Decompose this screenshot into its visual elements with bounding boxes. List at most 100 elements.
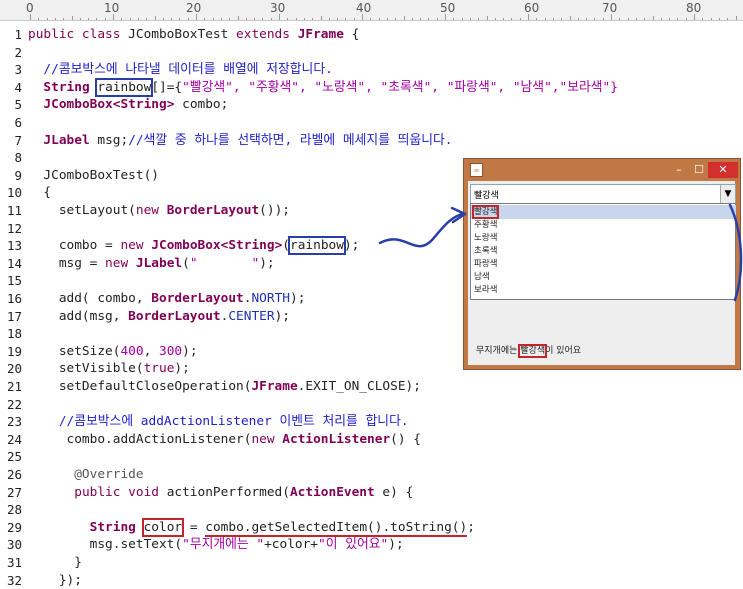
ruler-tick xyxy=(453,18,455,20)
line-number: 21 xyxy=(6,379,22,394)
ruler-tick xyxy=(735,16,737,20)
ruler-tick xyxy=(395,18,397,20)
ruler-tick xyxy=(494,18,496,20)
code-text: []={ xyxy=(151,79,183,95)
code-text: combo.addActionListener( xyxy=(28,431,252,447)
dropdown-item[interactable]: 보라색 xyxy=(474,283,497,297)
dropdown-item[interactable]: 빨강색 xyxy=(471,205,736,219)
close-button[interactable]: ✕ xyxy=(708,162,738,178)
keyword: new xyxy=(105,255,129,271)
ruler-tick xyxy=(386,18,388,20)
ruler-tick xyxy=(635,18,637,20)
line-number: 9 xyxy=(14,167,22,183)
window-titlebar[interactable]: ☕ – ☐ ✕ xyxy=(464,159,740,181)
line-number: 5 xyxy=(14,97,22,113)
comment: //색깔 중 하나를 선택하면, 라벨에 메세지를 띄웁니다. xyxy=(128,132,453,148)
code-text: combo; xyxy=(174,97,229,113)
code-line-23-comment: //콤보박스에 addActionListener 이벤트 처리를 합니다. xyxy=(28,414,409,430)
chevron-down-icon[interactable]: ▼ xyxy=(720,185,735,203)
ruler-label: 70 xyxy=(602,1,618,15)
ruler-tick xyxy=(320,16,322,20)
dropdown-item[interactable]: 파랑색 xyxy=(474,257,497,271)
code-text: = xyxy=(182,519,206,535)
dropdown-item[interactable]: 남색 xyxy=(474,270,490,284)
string-literal: " " xyxy=(189,255,260,271)
line-number: 17 xyxy=(6,308,22,324)
code-text: ); xyxy=(174,361,190,377)
line-number: 14 xyxy=(6,255,22,271)
ruler-tick xyxy=(96,18,98,20)
minimize-button[interactable]: – xyxy=(668,162,690,178)
number-literal: 300 xyxy=(159,343,183,359)
ruler-tick xyxy=(544,18,546,20)
ruler-label: 80 xyxy=(686,1,702,15)
ruler-tick xyxy=(212,18,214,20)
ruler-tick xyxy=(196,14,197,20)
ruler-tick xyxy=(179,18,181,20)
line-number: 20 xyxy=(6,361,22,377)
ruler-tick xyxy=(137,18,139,20)
ruler-tick xyxy=(154,16,156,20)
ruler-tick xyxy=(511,18,513,20)
line-number: 24 xyxy=(6,431,22,447)
message-label: 무지개에는 빨강색이 있어요 xyxy=(476,343,581,358)
line-number: 13 xyxy=(6,238,22,254)
ruler-tick xyxy=(519,18,521,20)
combo-dropdown-list[interactable]: 빨강색 주황색 노랑색 초록색 파랑색 남색 보라색 xyxy=(470,203,736,300)
code-text: ); xyxy=(182,343,198,359)
line-number: 4 xyxy=(14,79,22,95)
ruler-label: 30 xyxy=(270,1,286,15)
ruler-tick xyxy=(411,18,413,20)
ruler-tick xyxy=(295,18,297,20)
line-number: 12 xyxy=(6,220,22,236)
java-icon: ☕ xyxy=(470,163,483,177)
type-name: String xyxy=(43,79,90,95)
code-text: add(msg, xyxy=(28,308,129,324)
number-literal: 400 xyxy=(120,343,144,359)
ruler-tick xyxy=(54,18,56,20)
code-line-26-annotation: @Override xyxy=(28,467,144,482)
ruler-tick xyxy=(279,14,280,20)
code-line-7: JLabel msg;//색깔 중 하나를 선택하면, 라벨에 메세지를 띄웁니… xyxy=(28,132,452,150)
line-number: 30 xyxy=(6,537,22,553)
code-line-11: setLayout(new BorderLayout()); xyxy=(28,202,290,220)
keyword: extends xyxy=(236,27,290,42)
color-combobox[interactable]: 빨강색 ▼ xyxy=(470,184,736,204)
ruler-tick xyxy=(378,18,380,20)
maximize-button[interactable]: ☐ xyxy=(688,162,710,178)
ruler-tick xyxy=(30,14,31,20)
keyword: public void xyxy=(74,484,159,500)
code-line-3-comment: //콤보박스에 나타낼 데이터를 배열에 저장합니다. xyxy=(28,62,333,78)
ruler-label: 60 xyxy=(524,1,540,15)
type-name: JFrame xyxy=(297,27,344,42)
ruler-tick xyxy=(694,14,695,20)
ruler-tick xyxy=(602,18,604,20)
line-number: 2 xyxy=(14,44,22,60)
dropdown-item[interactable]: 주황색 xyxy=(474,218,497,232)
type-name: ActionListener xyxy=(282,431,391,447)
code-text: setLayout( xyxy=(28,203,136,218)
code-text: setVisible( xyxy=(28,361,144,377)
line-number: 18 xyxy=(6,326,22,342)
keyword: new xyxy=(120,238,144,254)
line-number: 28 xyxy=(6,502,22,518)
keyword: new xyxy=(251,431,275,447)
code-line-30: msg.setText("무지개에는 "+color+"이 있어요"); xyxy=(28,536,404,554)
ruler-tick xyxy=(594,18,596,20)
dropdown-item[interactable]: 초록색 xyxy=(474,244,497,258)
ruler-tick xyxy=(461,18,463,20)
ruler-tick xyxy=(162,18,164,20)
ruler-tick xyxy=(528,14,529,20)
type-name: JComboBox<String> xyxy=(43,97,175,113)
code-line-20: setVisible(true); xyxy=(28,360,190,378)
ruler-tick xyxy=(403,16,405,20)
code-line-24: combo.addActionListener(new ActionListen… xyxy=(28,431,421,449)
dropdown-item[interactable]: 노랑색 xyxy=(474,231,497,245)
ruler-tick xyxy=(71,16,73,20)
line-number: 15 xyxy=(6,273,22,289)
code-text: ( xyxy=(282,238,290,254)
code-text: e) { xyxy=(374,484,414,500)
line-number: 8 xyxy=(14,150,22,166)
ruler-tick xyxy=(577,18,579,20)
